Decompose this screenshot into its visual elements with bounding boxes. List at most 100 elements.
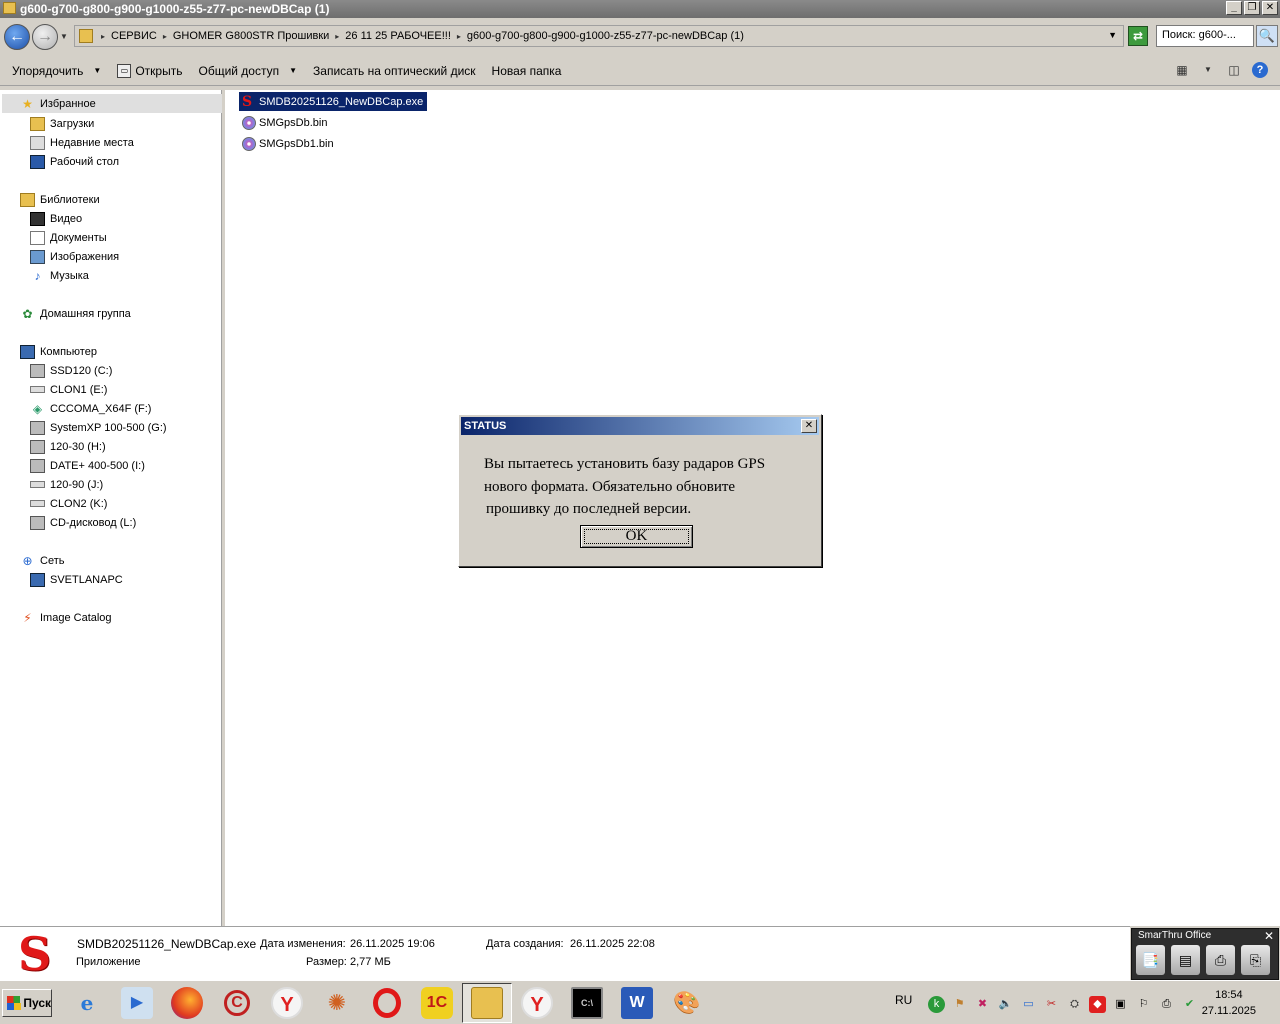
refresh-button[interactable]: ⇄	[1128, 26, 1148, 46]
scanner-icon[interactable]: ▤	[1171, 945, 1200, 975]
new-folder-button[interactable]: Новая папка	[492, 64, 562, 78]
bin-file-icon	[242, 136, 256, 151]
taskbar-app[interactable]: W	[612, 983, 662, 1023]
dialog-titlebar[interactable]: STATUS ✕	[461, 417, 819, 435]
copier-icon[interactable]: ⎘	[1241, 945, 1270, 975]
folder-icon	[79, 29, 93, 43]
breadcrumb[interactable]: ▸ СЕРВИС ▸ GHOMER G800STR Прошивки ▸ 26 …	[74, 25, 1124, 47]
display-icon[interactable]: ▭	[1020, 996, 1037, 1013]
sidebar-item-network[interactable]: ⊕ Сеть	[20, 551, 64, 570]
sidebar-item-drive[interactable]: 120-30 (H:)	[30, 437, 106, 456]
breadcrumb-item[interactable]: 26 11 25 РАБОЧЕЕ!!!	[345, 30, 451, 42]
search-input[interactable]: Поиск: g600-...	[1156, 25, 1254, 47]
sidebar-item-drive[interactable]: SystemXP 100-500 (G:)	[30, 418, 167, 437]
close-button[interactable]: ✕	[1262, 1, 1278, 15]
sidebar-item-homegroup[interactable]: ✿ Домашняя группа	[20, 304, 130, 323]
file-item-exe[interactable]: S SMDB20251126_NewDBCap.exe	[239, 92, 428, 111]
view-options-icon[interactable]: ▦	[1174, 62, 1190, 78]
kaspersky-icon[interactable]: k	[928, 995, 945, 1013]
sidebar-item-drive[interactable]: SSD120 (C:)	[30, 361, 112, 380]
tray-remote-icon[interactable]: ✂	[1043, 996, 1060, 1013]
window-titlebar[interactable]: g600-g700-g800-g900-g1000-z55-z77-pc-new…	[0, 0, 1280, 18]
minimize-button[interactable]: _	[1226, 1, 1242, 15]
sidebar-item-drive[interactable]: CLON2 (K:)	[30, 494, 107, 513]
breadcrumb-item[interactable]: g600-g700-g800-g900-g1000-z55-z77-pc-new…	[467, 30, 744, 42]
smarthru-icons: 📑 ▤ ⎙ ⎘	[1136, 945, 1270, 975]
sidebar-item-documents[interactable]: Документы	[30, 228, 107, 247]
sidebar-item-computer[interactable]: Компьютер	[20, 342, 97, 361]
open-label: Открыть	[135, 63, 183, 78]
taskbar-app[interactable]: Y	[512, 983, 562, 1023]
chevron-down-icon: ▼	[289, 66, 298, 75]
taskbar-app[interactable]	[362, 983, 412, 1023]
history-dropdown-icon[interactable]: ▼	[60, 32, 68, 41]
volume-icon[interactable]: 🔈	[997, 996, 1014, 1013]
sidebar-item-image-catalog[interactable]: ⚡ Image Catalog	[20, 608, 111, 627]
sidebar-item-drive[interactable]: 120-90 (J:)	[30, 475, 103, 494]
forward-button[interactable]: →	[32, 24, 58, 50]
smarthru-documents-icon[interactable]: 📑	[1136, 945, 1165, 975]
details-created-value[interactable]: 26.11.2025 22:08	[570, 938, 655, 950]
tray-device-icon[interactable]: ▣	[1112, 996, 1129, 1013]
network-status-icon[interactable]: ✔	[1181, 996, 1198, 1013]
taskbar-app[interactable]: 1C	[412, 983, 462, 1023]
address-dropdown-icon[interactable]: ▼	[1108, 30, 1117, 40]
tray-tool-icon[interactable]: ✖	[974, 996, 991, 1013]
sidebar-item-desktop[interactable]: Рабочий стол	[30, 152, 119, 171]
maximize-button[interactable]: ❐	[1244, 1, 1260, 15]
tray-network-icon[interactable]: ⛭	[1066, 996, 1083, 1013]
chevron-icon[interactable]: ▸	[163, 32, 167, 41]
taskbar-app[interactable]: C:\	[562, 983, 612, 1023]
file-item-bin[interactable]: SMGpsDb1.bin	[239, 134, 338, 153]
sidebar-item-recent[interactable]: Недавние места	[30, 133, 134, 152]
tray-app-icon[interactable]: ⚑	[951, 996, 968, 1013]
language-indicator[interactable]: RU	[895, 993, 912, 1007]
chevron-icon[interactable]: ▸	[457, 32, 461, 41]
smarthru-close-icon[interactable]: ✕	[1264, 929, 1274, 943]
anydesk-icon[interactable]: ◆	[1089, 995, 1106, 1013]
taskbar-app[interactable]: e	[62, 983, 112, 1023]
ok-button[interactable]: OK	[580, 525, 693, 548]
taskbar-app[interactable]: ✺	[312, 983, 362, 1023]
preview-pane-icon[interactable]: ◫	[1226, 62, 1242, 78]
sidebar-item-video[interactable]: Видео	[30, 209, 82, 228]
sidebar-item-drive[interactable]: CLON1 (E:)	[30, 380, 107, 399]
open-button[interactable]: ▭ Открыть	[117, 63, 183, 78]
back-button[interactable]: ←	[4, 24, 30, 50]
sidebar-item-drive[interactable]: DATE+ 400-500 (I:)	[30, 456, 145, 475]
sidebar-item-downloads[interactable]: Загрузки	[30, 114, 94, 133]
recent-places-icon	[30, 135, 45, 150]
sidebar-item-music[interactable]: ♪ Музыка	[30, 266, 89, 285]
taskbar-app[interactable]: 🎨	[662, 983, 712, 1023]
file-item-bin[interactable]: SMGpsDb.bin	[239, 113, 331, 132]
taskbar-app[interactable]: Y	[262, 983, 312, 1023]
clock[interactable]: 18:54 27.11.2025	[1202, 987, 1256, 1019]
chevron-icon[interactable]: ▸	[335, 32, 339, 41]
printer-icon[interactable]: ⎙	[1206, 945, 1235, 975]
search-icon[interactable]: 🔍	[1256, 25, 1278, 47]
sidebar-item-favorites[interactable]: ★ Избранное	[2, 94, 222, 113]
organize-button[interactable]: Упорядочить ▼	[12, 64, 101, 78]
sidebar-item-network-pc[interactable]: SVETLANAPC	[30, 570, 123, 589]
taskbar-app[interactable]: ▶	[112, 983, 162, 1023]
tray-printer-icon[interactable]: ⎙	[1158, 996, 1175, 1013]
taskbar-app[interactable]: C	[212, 983, 262, 1023]
breadcrumb-item[interactable]: СЕРВИС	[111, 30, 157, 42]
navigation-pane[interactable]: ★ Избранное Загрузки Недавние места Рабо…	[0, 90, 222, 926]
taskbar-app-explorer[interactable]	[462, 983, 512, 1023]
share-button[interactable]: Общий доступ ▼	[198, 64, 297, 78]
sidebar-item-drive[interactable]: CD-дисковод (L:)	[30, 513, 136, 532]
sidebar-item-pictures[interactable]: Изображения	[30, 247, 119, 266]
burn-button[interactable]: Записать на оптический диск	[313, 64, 476, 78]
start-button[interactable]: Пуск	[2, 989, 52, 1017]
help-icon[interactable]: ?	[1252, 62, 1268, 78]
dialog-close-button[interactable]: ✕	[801, 419, 817, 433]
action-center-flag-icon[interactable]: ⚐	[1135, 996, 1152, 1013]
chevron-icon[interactable]: ▸	[101, 32, 105, 41]
taskbar-app[interactable]	[162, 983, 212, 1023]
sidebar-item-libraries[interactable]: Библиотеки	[20, 190, 100, 209]
details-modified-value[interactable]: 26.11.2025 19:06	[350, 938, 435, 950]
chevron-down-icon[interactable]: ▼	[1200, 62, 1216, 78]
breadcrumb-item[interactable]: GHOMER G800STR Прошивки	[173, 30, 329, 42]
sidebar-item-drive[interactable]: ◈ CCCOMA_X64F (F:)	[30, 399, 152, 418]
